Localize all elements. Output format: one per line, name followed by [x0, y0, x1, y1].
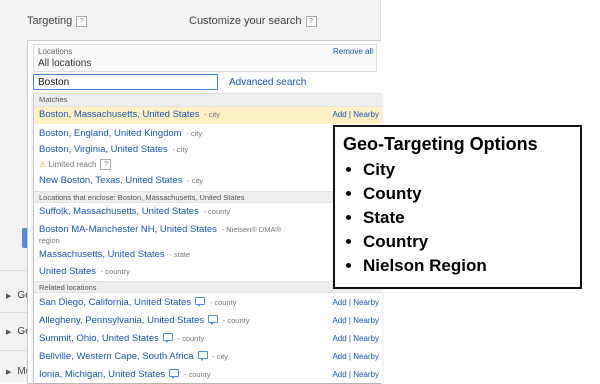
- location-name: Boston, Massachusetts, United States: [39, 109, 200, 120]
- divider: [0, 350, 27, 351]
- targeting-panel: Targeting? Customize your search? ▶ Ge ▶ G…: [0, 0, 382, 384]
- location-name: Bellville, Western Cape, South Africa: [39, 351, 194, 362]
- location-name: Boston, Virginia, United States: [39, 144, 168, 155]
- customize-label: Customize your search: [189, 15, 302, 27]
- list-item[interactable]: Boston MA-Manchester NH, United States -…: [34, 221, 382, 245]
- help-icon[interactable]: ?: [76, 16, 88, 27]
- add-nearby-links[interactable]: Add | Nearby: [332, 330, 379, 347]
- location-type: - county: [209, 298, 237, 307]
- location-name: Summit, Ohio, United States: [39, 333, 159, 344]
- comment-icon: [169, 369, 180, 379]
- location-type: - city: [186, 129, 203, 138]
- location-type: - city: [204, 110, 221, 119]
- location-name: Ionia, Michigan, United States: [39, 369, 166, 380]
- callout-item: Country: [363, 230, 572, 254]
- related-header: Related locations: [34, 281, 382, 293]
- comment-icon: [162, 333, 173, 343]
- callout-item: City: [363, 158, 572, 182]
- location-name: United States: [39, 266, 97, 277]
- location-name: Suffolk, Massachusetts, United States: [39, 206, 199, 217]
- help-icon[interactable]: ?: [100, 159, 112, 170]
- comment-icon: [195, 297, 206, 307]
- warning-text: Limited reach: [48, 160, 97, 169]
- add-nearby-links[interactable]: Add | Nearby: [332, 366, 379, 383]
- add-nearby-links[interactable]: Add | Nearby: [332, 312, 379, 329]
- remove-all-link[interactable]: Remove all: [333, 47, 373, 56]
- list-item[interactable]: United States - country: [34, 264, 382, 280]
- locations-value: All locations: [38, 58, 92, 69]
- locations-box: Locations All locations Remove all: [33, 44, 377, 72]
- location-name: Boston MA-Manchester NH, United States: [39, 224, 217, 235]
- targeting-label: Targeting: [27, 15, 73, 27]
- limited-reach-note: ⚠ Limited reach?: [39, 158, 382, 172]
- location-name: Boston, England, United Kingdom: [39, 128, 182, 139]
- location-type: - county: [177, 334, 205, 343]
- location-widget: Locations All locations Remove all Advan…: [27, 40, 382, 384]
- location-type: - Nielsen® DMA®: [221, 225, 281, 234]
- list-item[interactable]: Boston, Massachusetts, United States - c…: [34, 107, 382, 124]
- expand-arrow-icon: ▶: [6, 293, 12, 300]
- list-item[interactable]: Allegheny, Pennsylvania, United States -…: [34, 312, 382, 329]
- list-item[interactable]: Bellville, Western Cape, South Africa - …: [34, 348, 382, 365]
- location-type: region: [39, 236, 60, 245]
- list-item[interactable]: Massachusetts, United States - state: [34, 247, 382, 263]
- callout-list: City County State Country Nielson Region: [343, 158, 572, 278]
- location-name: San Diego, California, United States: [39, 297, 192, 308]
- expand-arrow-icon: ▶: [6, 329, 12, 336]
- location-type: - city: [187, 176, 203, 185]
- location-type: - city: [212, 352, 229, 361]
- comment-icon: [197, 351, 208, 361]
- add-nearby-links[interactable]: Add | Nearby: [332, 348, 379, 365]
- add-nearby-links[interactable]: Add | Nearby: [332, 107, 379, 123]
- location-type: - county: [183, 370, 211, 379]
- location-name: New Boston, Texas, United States: [39, 175, 183, 186]
- customize-heading: Customize your search?: [189, 15, 317, 27]
- locations-label: Locations: [38, 47, 73, 56]
- list-item[interactable]: New Boston, Texas, United States - city: [34, 173, 382, 189]
- callout-item: State: [363, 206, 572, 230]
- targeting-heading: Targeting?: [27, 15, 88, 27]
- help-icon[interactable]: ?: [305, 16, 317, 27]
- divider: [0, 312, 27, 313]
- add-nearby-links[interactable]: Add | Nearby: [332, 294, 379, 311]
- list-item[interactable]: Boston, Virginia, United States - city ⚠…: [34, 142, 382, 170]
- suggestions-dropdown: Matches Boston, Massachusetts, United St…: [33, 93, 382, 383]
- matches-header: Matches: [34, 93, 382, 107]
- list-item[interactable]: Summit, Ohio, United States - county Add…: [34, 330, 382, 347]
- location-name: Massachusetts, United States: [39, 249, 165, 260]
- expand-arrow-icon: ▶: [6, 369, 12, 376]
- location-type: - state: [169, 250, 191, 259]
- list-item[interactable]: Ionia, Michigan, United States - county …: [34, 366, 382, 383]
- location-name: Allegheny, Pennsylvania, United States: [39, 315, 205, 326]
- enclose-header: Locations that enclose: Boston, Massachu…: [34, 191, 382, 203]
- location-type: - country: [100, 267, 130, 276]
- location-type: - county: [222, 316, 250, 325]
- list-item[interactable]: Suffolk, Massachusetts, United States - …: [34, 204, 382, 220]
- advanced-search-link[interactable]: Advanced search: [229, 77, 306, 88]
- callout-title: Geo-Targeting Options: [343, 134, 538, 154]
- list-item[interactable]: San Diego, California, United States - c…: [34, 294, 382, 311]
- list-item[interactable]: Boston, England, United Kingdom - city: [34, 126, 382, 142]
- geo-targeting-callout: Geo-Targeting Options City County State …: [333, 125, 582, 289]
- callout-item: County: [363, 182, 572, 206]
- location-search-input[interactable]: [33, 74, 218, 90]
- warning-icon: ⚠: [39, 160, 47, 169]
- callout-item: Nielson Region: [363, 254, 572, 278]
- location-type: - county: [203, 207, 231, 216]
- location-type: - city: [172, 145, 189, 154]
- comment-icon: [208, 315, 219, 325]
- divider: [0, 270, 27, 271]
